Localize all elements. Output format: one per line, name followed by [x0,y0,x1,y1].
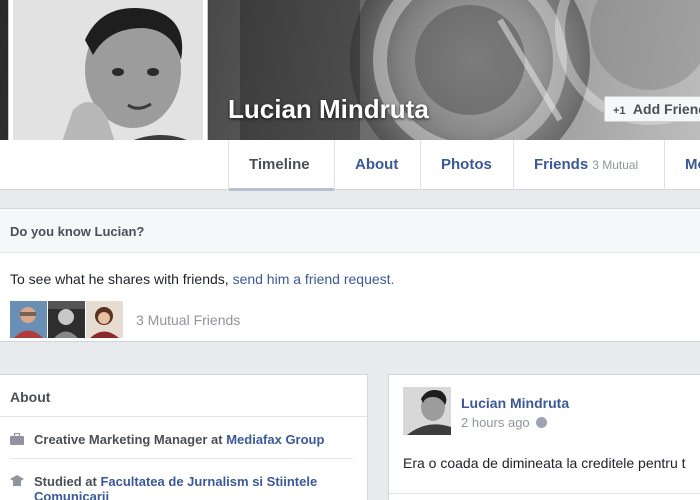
tab-friends-label: Friends [534,156,589,173]
tab-photos[interactable]: Photos [420,140,513,190]
mutual-friends-link[interactable]: 3 Mutual Friends [136,312,240,328]
mutual-friend-avatar[interactable] [10,301,47,338]
post-body: Era o coada de dimineata la creditele pe… [403,455,686,471]
about-education-item: Studied at Facultatea de Jurnalism si St… [10,459,353,500]
about-work-item: Creative Marketing Manager at Mediafax G… [10,417,353,459]
post-time-text: 2 hours ago [461,415,530,430]
timeline-post: Lucian Mindruta 2 hours ago Era o coada … [388,374,700,500]
tab-friends-mutual-count: 3 Mutual [592,158,639,172]
tab-photos-label: Photos [441,156,492,173]
about-work-prefix: Creative Marketing Manager at [34,432,223,447]
mutual-friends-row: 3 Mutual Friends [10,301,240,338]
tab-more-label: More [685,156,700,173]
tab-friends[interactable]: Friends 3 Mutual [513,140,664,190]
do-you-know-heading: Do you know Lucian? [0,209,700,253]
tab-timeline[interactable]: Timeline [228,140,334,191]
globe-icon [535,417,547,428]
friend-request-link[interactable]: send him a friend request. [233,271,395,287]
mutual-friend-avatar[interactable] [86,301,123,338]
do-you-know-prefix: To see what he shares with friends, [10,271,229,287]
tab-timeline-label: Timeline [249,156,310,173]
mutual-friend-avatar[interactable] [48,301,85,338]
about-work-company-link[interactable]: Mediafax Group [226,432,324,447]
graduation-cap-icon [10,475,24,486]
tab-about[interactable]: About [334,140,420,190]
add-friend-button[interactable]: +1 Add Friend [604,96,700,122]
about-panel: About Creative Marketing Manager at Medi… [0,374,368,500]
post-divider [389,493,700,494]
do-you-know-panel: Do you know Lucian? To see what he share… [0,208,700,342]
do-you-know-text: To see what he shares with friends, send… [0,253,700,287]
post-timestamp[interactable]: 2 hours ago [461,415,547,430]
tab-more[interactable]: More [664,140,700,190]
add-friend-label: Add Friend [632,101,700,117]
about-education-prefix: Studied at [34,474,97,489]
add-friend-icon: +1 [613,105,626,117]
briefcase-icon [10,433,24,445]
post-author-name[interactable]: Lucian Mindruta [461,395,569,411]
tab-about-label: About [355,156,399,173]
post-author-avatar[interactable] [403,387,451,435]
profile-name[interactable]: Lucian Mindruta [228,94,429,125]
timeline-nav: Timeline About Photos Friends3 Mutual Mo… [0,140,700,191]
about-heading[interactable]: About [0,375,367,417]
